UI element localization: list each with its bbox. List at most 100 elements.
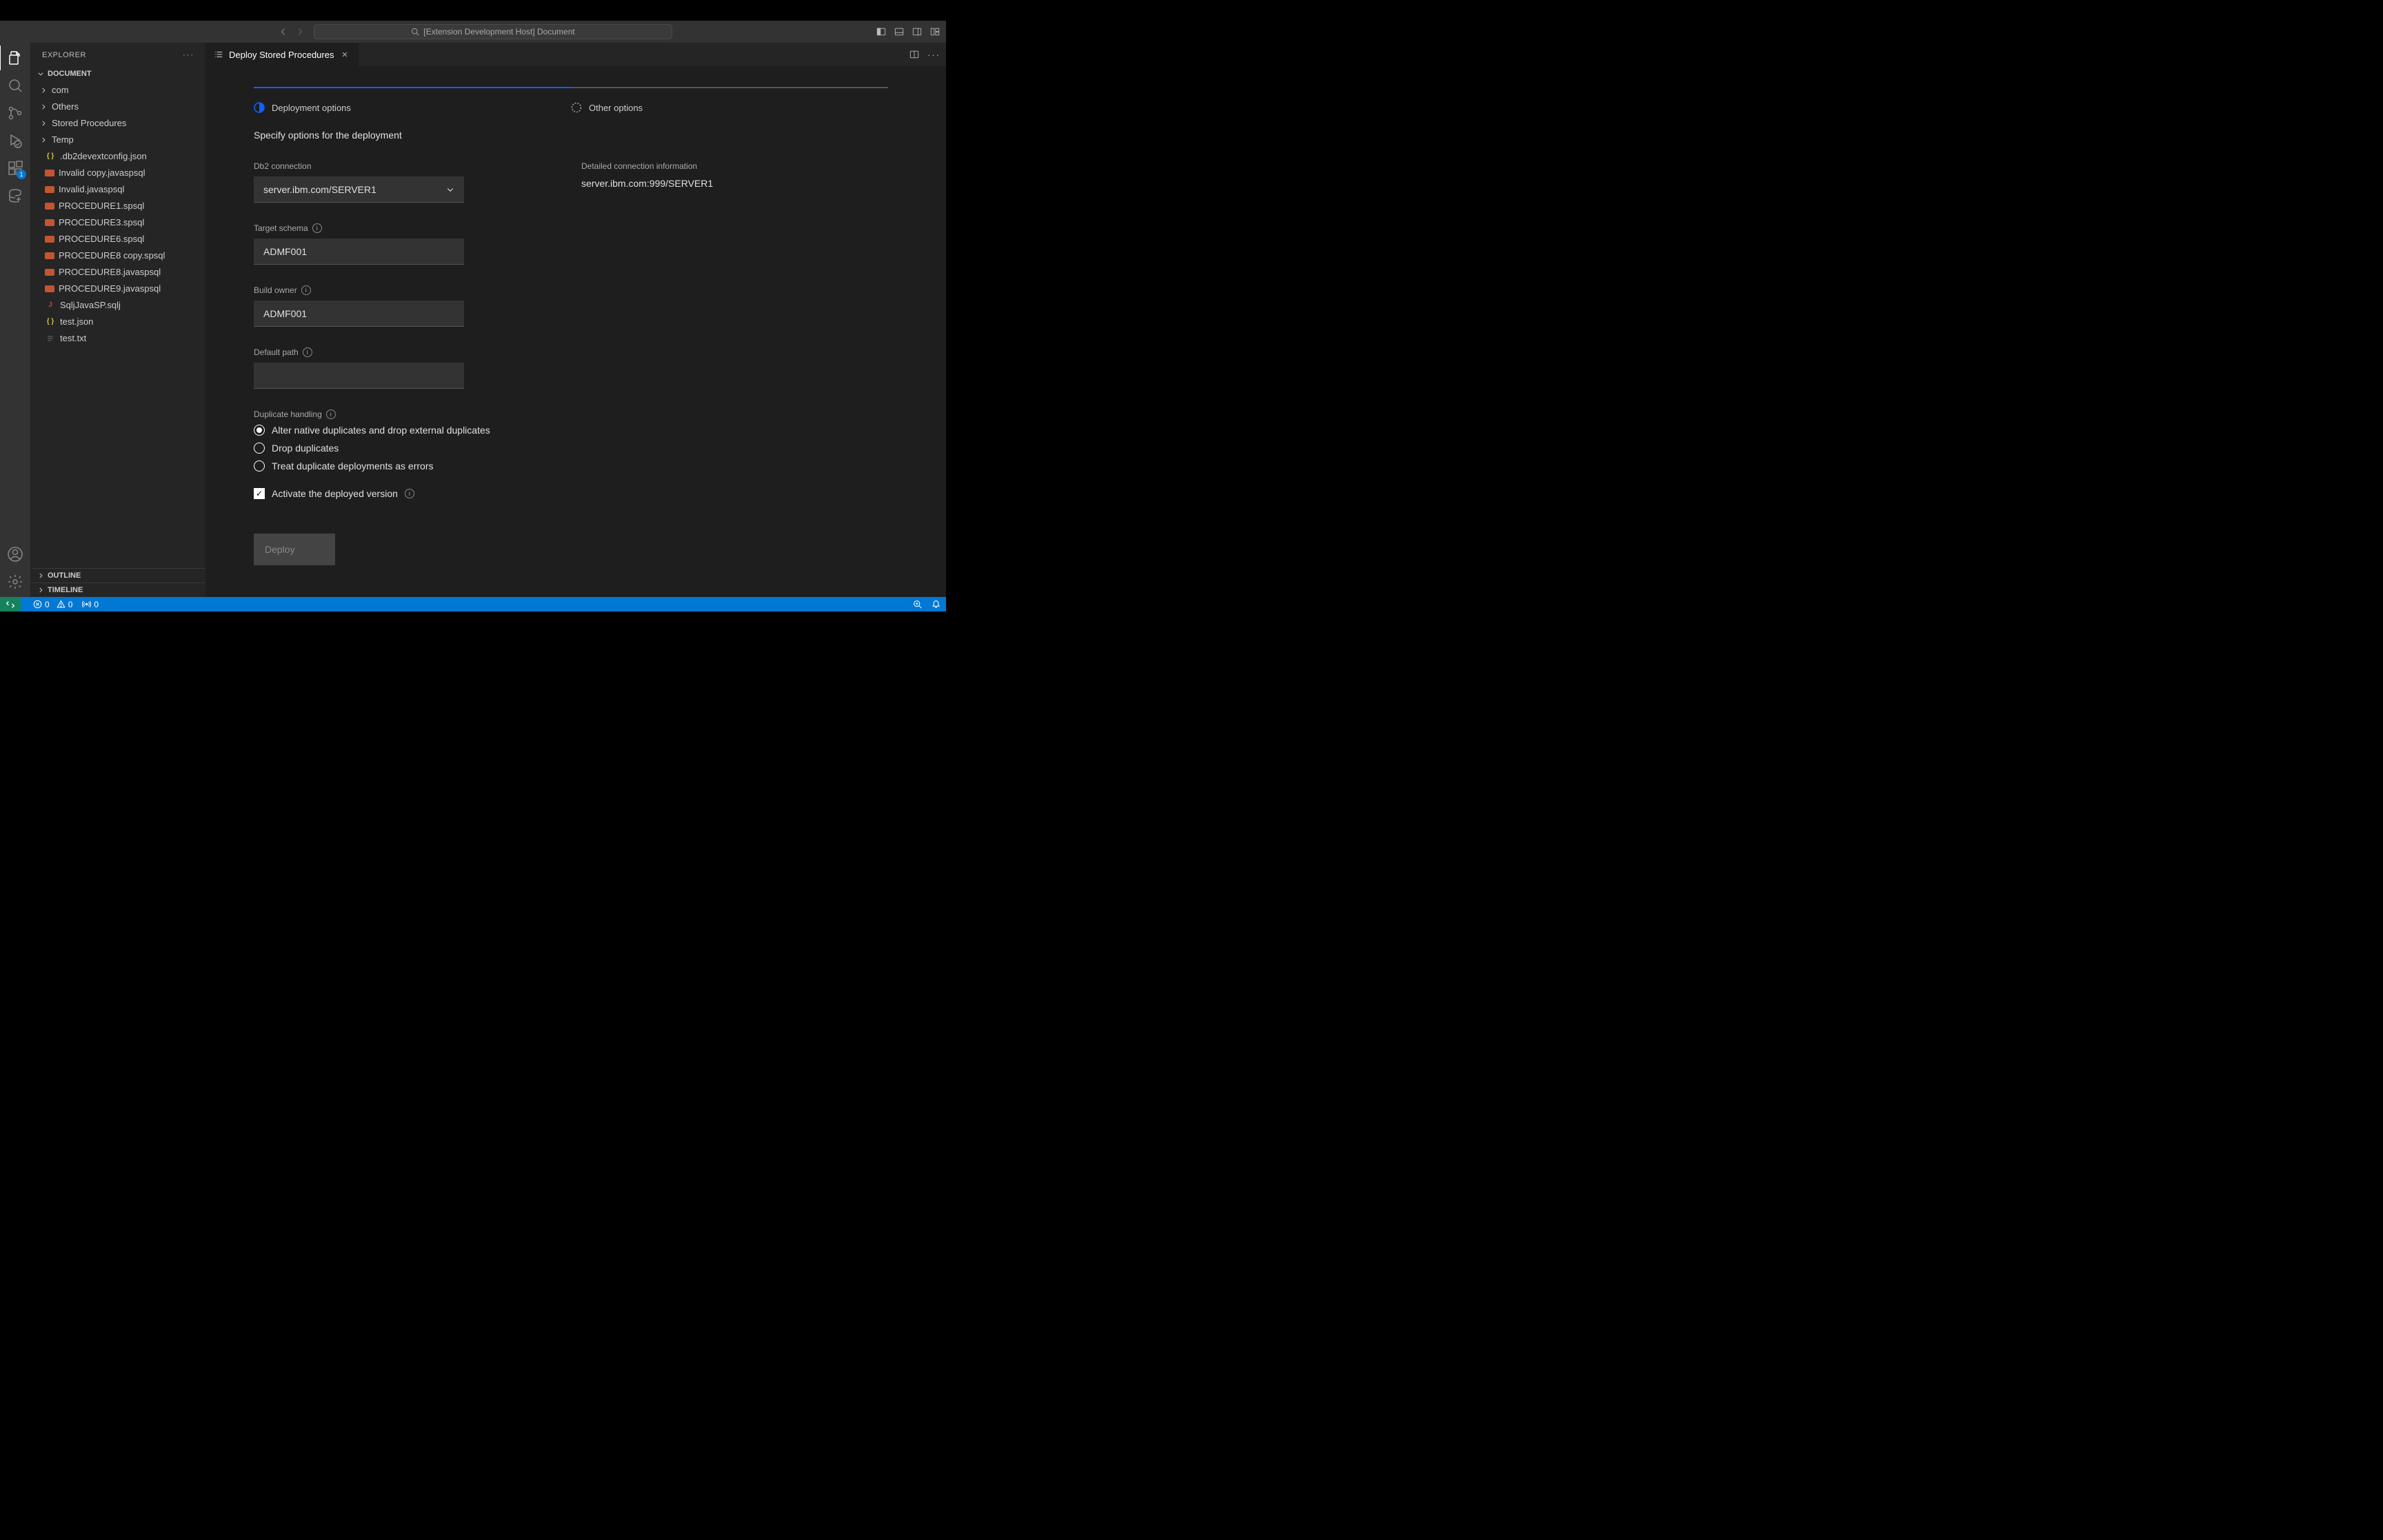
timeline-section[interactable]: TIMELINE bbox=[31, 582, 205, 597]
target-schema-input[interactable] bbox=[254, 239, 464, 265]
customize-layout-icon[interactable] bbox=[929, 26, 941, 37]
extensions-icon[interactable]: 1 bbox=[6, 159, 25, 178]
txt-file-icon bbox=[45, 333, 56, 344]
default-path-input[interactable] bbox=[254, 363, 464, 389]
folder-item[interactable]: Stored Procedures bbox=[31, 115, 205, 132]
explorer-icon[interactable] bbox=[6, 48, 25, 68]
file-item[interactable]: { }.db2devextconfig.json bbox=[31, 148, 205, 165]
sql-file-icon bbox=[45, 170, 54, 176]
zoom-status-icon[interactable] bbox=[913, 600, 922, 609]
chevron-right-icon bbox=[39, 120, 48, 127]
folder-item[interactable]: Temp bbox=[31, 132, 205, 148]
db2-connection-select[interactable]: server.ibm.com/SERVER1 bbox=[254, 176, 464, 203]
info-icon[interactable]: i bbox=[303, 347, 312, 357]
toggle-secondary-sidebar-icon[interactable] bbox=[912, 26, 923, 37]
build-owner-input[interactable] bbox=[254, 301, 464, 327]
toggle-primary-sidebar-icon[interactable] bbox=[876, 26, 887, 37]
broadcast-icon bbox=[82, 600, 91, 609]
warning-icon bbox=[57, 600, 66, 609]
folder-root[interactable]: DOCUMENT bbox=[31, 67, 205, 81]
folder-item[interactable]: com bbox=[31, 82, 205, 99]
search-placeholder: [Extension Development Host] Document bbox=[423, 27, 574, 37]
command-center[interactable]: [Extension Development Host] Document bbox=[314, 24, 672, 39]
remote-indicator[interactable] bbox=[0, 597, 21, 611]
file-item[interactable]: PROCEDURE9.javaspsql bbox=[31, 281, 205, 297]
info-icon[interactable]: i bbox=[405, 489, 414, 498]
folder-item[interactable]: Others bbox=[31, 99, 205, 115]
editor-area: Deploy Stored Procedures ··· Deployment … bbox=[205, 43, 946, 597]
json-file-icon: { } bbox=[45, 151, 56, 162]
file-item[interactable]: Invalid.javaspsql bbox=[31, 181, 205, 198]
file-item[interactable]: PROCEDURE1.spsql bbox=[31, 198, 205, 214]
activity-bar: 1 bbox=[0, 43, 31, 597]
chevron-right-icon bbox=[39, 87, 48, 94]
info-icon[interactable]: i bbox=[312, 223, 322, 233]
radio-drop-duplicates[interactable]: Drop duplicates bbox=[254, 443, 898, 454]
macos-titlebar bbox=[0, 0, 946, 21]
accounts-icon[interactable] bbox=[6, 545, 25, 564]
info-icon[interactable]: i bbox=[326, 409, 336, 419]
step-pending-icon bbox=[571, 102, 582, 113]
ports-status[interactable]: 0 bbox=[82, 600, 99, 609]
explorer-more-icon[interactable]: ··· bbox=[183, 51, 194, 59]
file-item[interactable]: JSqljJavaSP.sqlj bbox=[31, 297, 205, 314]
radio-unchecked-icon bbox=[254, 460, 265, 472]
duplicate-handling-label: Duplicate handlingi bbox=[254, 409, 898, 419]
java-file-icon: J bbox=[45, 300, 56, 311]
status-bar: 0 0 0 bbox=[0, 597, 946, 611]
step-other-options[interactable]: Other options bbox=[571, 95, 888, 113]
file-item[interactable]: PROCEDURE8 copy.spsql bbox=[31, 247, 205, 264]
file-item[interactable]: Invalid copy.javaspsql bbox=[31, 165, 205, 181]
db2-activity-icon[interactable] bbox=[6, 186, 25, 205]
problems-status[interactable]: 0 0 bbox=[33, 600, 72, 609]
deploy-form: Deployment options Other options Specify… bbox=[205, 66, 946, 597]
settings-gear-icon[interactable] bbox=[6, 572, 25, 591]
connection-detail-value: server.ibm.com:999/SERVER1 bbox=[581, 178, 888, 189]
extensions-badge: 1 bbox=[17, 170, 26, 179]
step-current-icon bbox=[254, 102, 265, 113]
chevron-right-icon bbox=[37, 572, 45, 579]
info-icon[interactable]: i bbox=[301, 285, 311, 295]
nav-forward-icon[interactable] bbox=[294, 26, 305, 37]
notifications-icon[interactable] bbox=[932, 600, 941, 609]
sql-file-icon bbox=[45, 203, 54, 210]
toggle-panel-icon[interactable] bbox=[894, 26, 905, 37]
checkbox-checked-icon[interactable]: ✓ bbox=[254, 488, 265, 499]
default-path-label: Default pathi bbox=[254, 347, 464, 357]
step-deployment-options[interactable]: Deployment options bbox=[254, 95, 571, 113]
step-line-pending bbox=[571, 87, 888, 88]
file-item[interactable]: PROCEDURE3.spsql bbox=[31, 214, 205, 231]
tab-deploy[interactable]: Deploy Stored Procedures bbox=[205, 43, 359, 66]
file-item[interactable]: PROCEDURE8.javaspsql bbox=[31, 264, 205, 281]
duplicate-handling-group: Alter native duplicates and drop externa… bbox=[254, 425, 898, 472]
json-file-icon: { } bbox=[45, 316, 56, 327]
sql-file-icon bbox=[45, 269, 54, 276]
connection-detail-label: Detailed connection information bbox=[581, 161, 888, 171]
file-tree: com Others Stored Procedures Temp { }.db… bbox=[31, 81, 205, 568]
tabs-row: Deploy Stored Procedures ··· bbox=[205, 43, 946, 66]
sql-file-icon bbox=[45, 285, 54, 292]
file-item[interactable]: { }test.json bbox=[31, 314, 205, 330]
db2-connection-label: Db2 connection bbox=[254, 161, 464, 171]
outline-section[interactable]: OUTLINE bbox=[31, 568, 205, 582]
more-actions-icon[interactable]: ··· bbox=[927, 50, 941, 60]
radio-treat-errors[interactable]: Treat duplicate deployments as errors bbox=[254, 460, 898, 472]
close-icon[interactable] bbox=[339, 49, 350, 60]
file-item[interactable]: PROCEDURE6.spsql bbox=[31, 231, 205, 247]
run-debug-icon[interactable] bbox=[6, 131, 25, 150]
explorer-sidebar: EXPLORER ··· DOCUMENT com Others Stored … bbox=[31, 43, 205, 597]
chevron-right-icon bbox=[37, 587, 45, 594]
deploy-button[interactable]: Deploy bbox=[254, 534, 335, 565]
stepper: Deployment options Other options bbox=[254, 87, 888, 113]
source-control-icon[interactable] bbox=[6, 103, 25, 123]
sql-file-icon bbox=[45, 186, 54, 193]
radio-checked-icon bbox=[254, 425, 265, 436]
radio-alter-native[interactable]: Alter native duplicates and drop externa… bbox=[254, 425, 898, 436]
nav-back-icon[interactable] bbox=[278, 26, 289, 37]
activate-checkbox-row[interactable]: ✓ Activate the deployed version i bbox=[254, 488, 898, 499]
sql-file-icon bbox=[45, 219, 54, 226]
file-item[interactable]: test.txt bbox=[31, 330, 205, 347]
sql-file-icon bbox=[45, 236, 54, 243]
split-editor-icon[interactable] bbox=[909, 50, 919, 59]
search-activity-icon[interactable] bbox=[6, 76, 25, 95]
